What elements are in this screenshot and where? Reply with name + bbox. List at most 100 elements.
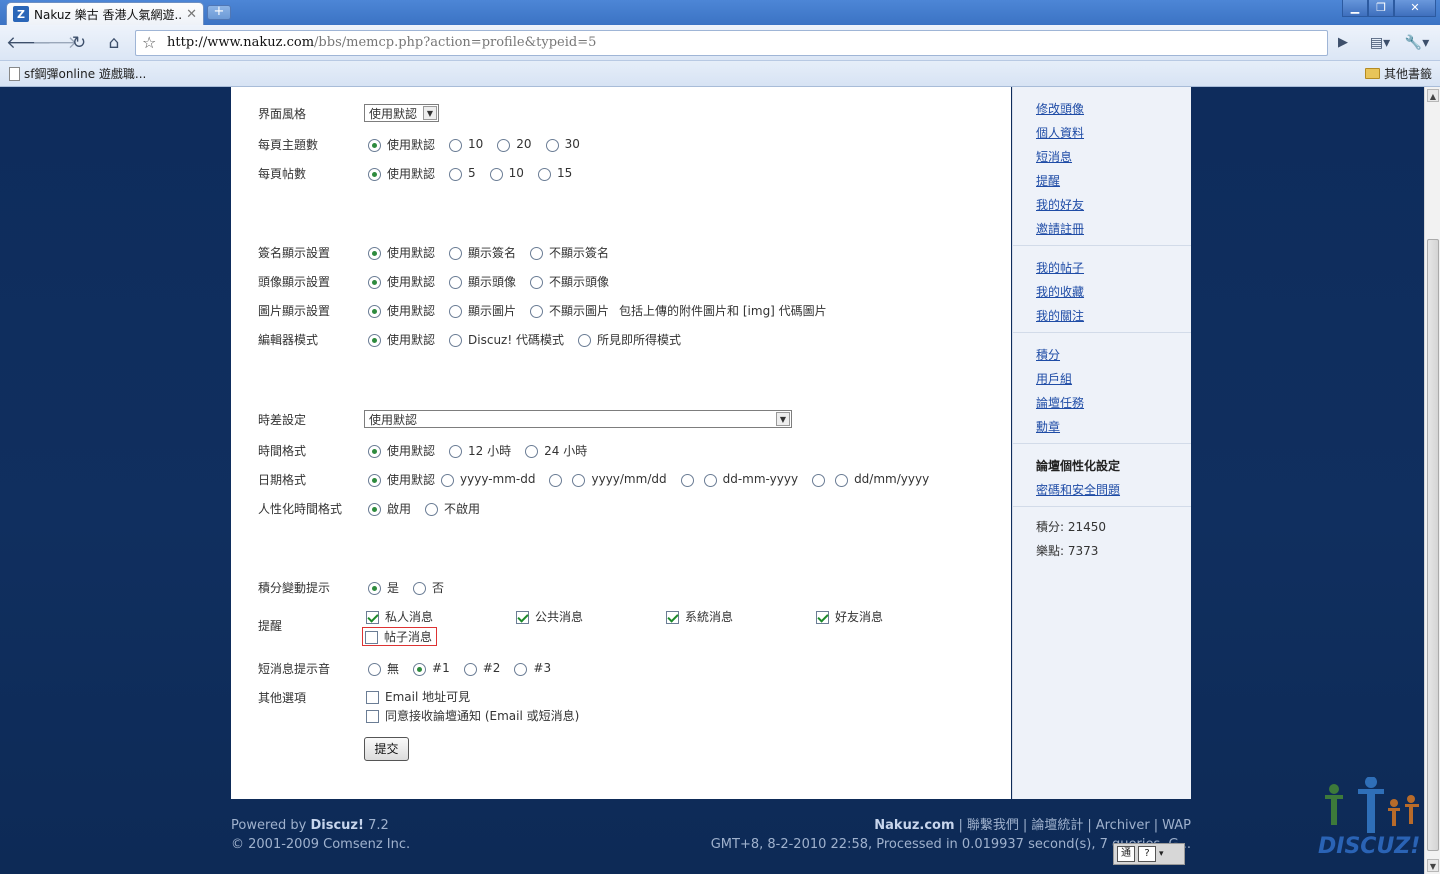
timefmt-radio-24[interactable] <box>525 445 539 458</box>
powered-brand[interactable]: Discuz! <box>310 818 363 833</box>
other-bookmarks-folder[interactable]: 其他書籤 <box>1364 65 1432 82</box>
notify-system-checkbox[interactable] <box>666 610 679 624</box>
pmsound-radio-none[interactable] <box>368 663 381 676</box>
minimize-button[interactable]: ▁ <box>1342 0 1368 17</box>
image-radio-show[interactable] <box>449 305 463 318</box>
sidebar-stats: 積分: 21450 樂點: 7373 <box>1013 507 1191 563</box>
play-icon[interactable]: ▶ <box>1331 31 1355 55</box>
tpp-radio-20[interactable] <box>497 139 511 152</box>
timezone-select[interactable]: 使用默認 ▼ <box>364 410 792 428</box>
sidebar-item-my-posts[interactable]: 我的帖子 <box>1036 261 1084 275</box>
credits-radio-yes[interactable] <box>368 582 381 595</box>
image-radio-default[interactable] <box>368 305 381 318</box>
ppp-radio-default[interactable] <box>368 168 381 181</box>
sidebar-item-profile[interactable]: 個人資料 <box>1036 126 1084 140</box>
sidebar-item-friends[interactable]: 我的好友 <box>1036 198 1084 212</box>
site-name-link[interactable]: Nakuz.com <box>874 818 954 833</box>
vertical-scrollbar[interactable]: ▲ ▼ <box>1424 87 1440 874</box>
datefmt-radio-3b[interactable] <box>812 474 826 487</box>
notify-post-checkbox[interactable] <box>365 631 378 644</box>
tpp-radio-30[interactable] <box>545 139 559 152</box>
sig-radio-default[interactable] <box>368 247 381 260</box>
close-window-button[interactable]: ✕ <box>1394 0 1436 17</box>
datefmt-radio-1b[interactable] <box>549 474 563 487</box>
timefmt-radio-12[interactable] <box>449 445 463 458</box>
option-label: 好友消息 <box>835 609 884 624</box>
ppp-radio-10[interactable] <box>489 168 503 181</box>
forward-icon[interactable]: 🡒 <box>32 31 78 55</box>
address-bar[interactable]: ☆ http://www.nakuz.com/bbs/memcp.php?act… <box>135 30 1328 56</box>
email-visible-checkbox[interactable] <box>366 690 379 704</box>
notify-friend-checkbox[interactable] <box>816 610 829 624</box>
ppp-radio-5[interactable] <box>449 168 463 181</box>
editor-radio-wysiwyg[interactable] <box>577 334 591 347</box>
sig-radio-hide[interactable] <box>530 247 544 260</box>
datefmt-radio-4[interactable] <box>835 474 849 487</box>
tpp-radio-default[interactable] <box>368 139 381 152</box>
notify-private-checkbox[interactable] <box>366 610 379 624</box>
settings-panel: 界面風格 使用默認 ▼ 每頁主題數 使用默認 10 20 30 每頁帖數 使用默… <box>231 87 1011 799</box>
datefmt-radio-2b[interactable] <box>680 474 694 487</box>
footer-link-archiver[interactable]: Archiver <box>1096 818 1150 833</box>
back-icon[interactable]: 🡐 <box>6 31 52 55</box>
avatar-radio-show[interactable] <box>449 276 463 289</box>
bookmark-item[interactable]: sf鋼彈online 遊戲職... <box>9 65 146 82</box>
avatar-radio-hide[interactable] <box>530 276 544 289</box>
footer-link-stats[interactable]: 論壇統計 <box>1031 818 1083 833</box>
datefmt-radio-3[interactable] <box>703 474 717 487</box>
scroll-down-icon[interactable]: ▼ <box>1427 859 1439 872</box>
ppp-radio-15[interactable] <box>537 168 551 181</box>
datefmt-radio-1[interactable] <box>441 474 455 487</box>
restore-button[interactable]: ❐ <box>1368 0 1394 17</box>
humantime-radio-off[interactable] <box>425 503 439 516</box>
sidebar-item-medals[interactable]: 勳章 <box>1036 420 1060 434</box>
sidebar-item-following[interactable]: 我的關注 <box>1036 309 1084 323</box>
tpp-radio-10[interactable] <box>449 139 463 152</box>
bookmark-star-icon[interactable]: ☆ <box>142 31 156 55</box>
sidebar-item-favorites[interactable]: 我的收藏 <box>1036 285 1084 299</box>
scroll-up-icon[interactable]: ▲ <box>1427 89 1439 102</box>
ime-mode-button[interactable]: 通 <box>1117 846 1135 862</box>
credits-radio-no[interactable] <box>413 582 427 595</box>
sig-radio-show[interactable] <box>449 247 463 260</box>
pmsound-radio-1[interactable] <box>413 663 427 676</box>
page-menu-icon[interactable]: ▤▾ <box>1366 31 1394 55</box>
pmsound-radio-3[interactable] <box>514 663 528 676</box>
ime-help-button[interactable]: ? <box>1138 846 1156 862</box>
accept-notice-checkbox[interactable] <box>366 709 379 723</box>
pmsound-radio-2[interactable] <box>463 663 477 676</box>
ppp-label: 每頁帖數 <box>258 167 307 181</box>
sidebar-item-credits[interactable]: 積分 <box>1036 348 1060 362</box>
style-select[interactable]: 使用默認 ▼ <box>364 104 439 122</box>
sidebar-item-personal-settings[interactable]: 論壇個性化設定 <box>1036 454 1191 478</box>
sidebar-item-security[interactable]: 密碼和安全問題 <box>1036 483 1120 497</box>
sidebar-item-pm[interactable]: 短消息 <box>1036 150 1072 164</box>
editor-radio-default[interactable] <box>368 334 381 347</box>
avatar-radio-default[interactable] <box>368 276 381 289</box>
ime-toolbar: 通 ? ▾ <box>1113 843 1185 865</box>
sidebar-item-invite[interactable]: 邀請註冊 <box>1036 222 1084 236</box>
ime-menu-icon[interactable]: ▾ <box>1159 849 1164 859</box>
notify-public-checkbox[interactable] <box>516 610 529 624</box>
footer-link-wap[interactable]: WAP <box>1162 818 1191 833</box>
browser-tab[interactable]: Z Nakuz 樂古 香港人氣網遊... ✕ <box>6 2 204 25</box>
sidebar-item-avatar[interactable]: 修改頭像 <box>1036 102 1084 116</box>
home-icon[interactable]: ⌂ <box>102 31 126 55</box>
image-radio-hide[interactable] <box>530 305 544 318</box>
reload-icon[interactable]: ↻ <box>67 31 91 55</box>
new-tab-button[interactable]: + <box>207 5 231 20</box>
editor-radio-discuz[interactable] <box>449 334 463 347</box>
tab-close-icon[interactable]: ✕ <box>186 7 197 22</box>
datefmt-radio-2[interactable] <box>572 474 586 487</box>
datefmt-radio-default[interactable] <box>368 474 381 487</box>
timefmt-radio-default[interactable] <box>368 445 381 458</box>
wrench-menu-icon[interactable]: 🔧▾ <box>1402 31 1432 55</box>
sidebar-item-tasks[interactable]: 論壇任務 <box>1036 396 1084 410</box>
footer-link-contact[interactable]: 聯繫我們 <box>967 818 1019 833</box>
submit-button[interactable]: 提交 <box>364 737 409 761</box>
scroll-thumb[interactable] <box>1427 239 1439 851</box>
sidebar-item-notice[interactable]: 提醒 <box>1036 174 1060 188</box>
option-label: Discuz! 代碼模式 <box>468 332 564 347</box>
sidebar-item-usergroup[interactable]: 用戶組 <box>1036 372 1072 386</box>
humantime-radio-on[interactable] <box>368 503 381 516</box>
